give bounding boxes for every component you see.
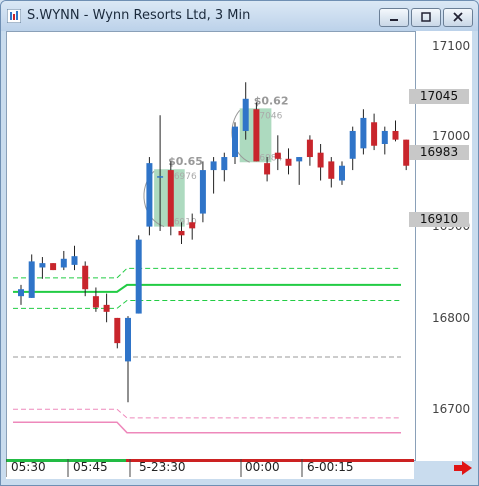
candle-body-24 [274,152,281,159]
candle-body-4 [60,258,67,268]
chart-app-icon [7,9,21,23]
candle-body-20 [232,126,238,158]
candle-body-34 [381,130,388,144]
price-tick-17000: 17000 [432,129,471,143]
time-tick-0000: 00:00 [245,460,280,474]
candle-body-11 [135,239,142,314]
candlestick-chart: $0.651697616910$0.621704616984 [13,82,410,434]
scroll-right-arrow-icon[interactable] [453,461,473,475]
line-pink-dashed [13,408,401,419]
title-bar[interactable]: S.WYNN - Wynn Resorts Ltd, 3 Min [1,1,478,31]
line-green-dashed-lower [13,300,401,309]
price-tick-17100: 17100 [432,39,471,53]
line-pink-solid [13,421,401,434]
candle-body-1 [28,261,35,298]
plot-area[interactable]: $0.65 16976 16910 $0.62 17046 16984 [6,31,416,461]
price-tick-16800: 16800 [432,311,471,325]
price-tick-16700: 16700 [432,402,471,416]
candle-body-8 [103,304,110,312]
candle-body-12 [146,163,153,227]
maximize-icon [421,12,431,22]
time-tick-5-2330: 5-23:30 [139,460,186,474]
candle-body-18 [210,161,217,171]
candle-body-21 [242,98,249,131]
candle-body-29 [328,161,335,179]
candle-body-7 [92,296,99,308]
candle-body-22 [253,109,260,162]
minimize-icon [390,19,398,21]
candle-body-5 [71,256,78,265]
candle-body-14 [167,170,174,227]
candle-body-25 [285,158,292,166]
time-tick-6-0015: 6-00:15 [307,460,354,474]
candle-body-17 [199,170,206,214]
candle-body-6 [82,265,89,290]
minimize-button[interactable] [379,8,409,27]
candle-body-16 [189,222,196,229]
candle-body-28 [317,152,324,168]
candle-body-15 [178,230,185,236]
candle-body-31 [349,130,356,159]
candle-body-0 [18,289,24,297]
time-tick-0530: 05:30 [11,460,46,474]
candle-body-23 [264,163,271,175]
candle-body-3 [50,263,57,271]
maximize-button[interactable] [411,8,441,27]
candle-body-2 [39,263,46,268]
candle-body-33 [371,122,378,146]
window-title: S.WYNN - Wynn Resorts Ltd, 3 Min [27,8,251,23]
trade-pnl-0: $0.65 [168,155,203,168]
candle-body-9 [114,317,121,344]
line-green-solid [13,283,401,293]
candle-body-35 [392,130,399,140]
candle-body-26 [296,157,303,162]
candle-body-32 [360,117,367,149]
trade-pnl-1: $0.62 [254,94,289,107]
candle-body-13 [157,176,164,178]
chart-window: S.WYNN - Wynn Resorts Ltd, 3 Min $0.65 16… [0,0,479,486]
line-green-dashed-upper [13,267,401,279]
close-icon [453,12,463,22]
candle-body-30 [339,165,345,181]
candle-body-10 [125,317,131,362]
close-button[interactable] [443,8,473,27]
time-tick-0545: 05:45 [73,460,108,474]
price-box-16983: 16983 [409,145,469,160]
price-box-17045: 17045 [409,89,469,104]
price-box-16910: 16910 [409,212,469,227]
candle-body-19 [221,157,228,171]
candle-body-27 [306,139,313,158]
chart-area[interactable]: $0.65 16976 16910 $0.62 17046 16984 [5,31,472,479]
